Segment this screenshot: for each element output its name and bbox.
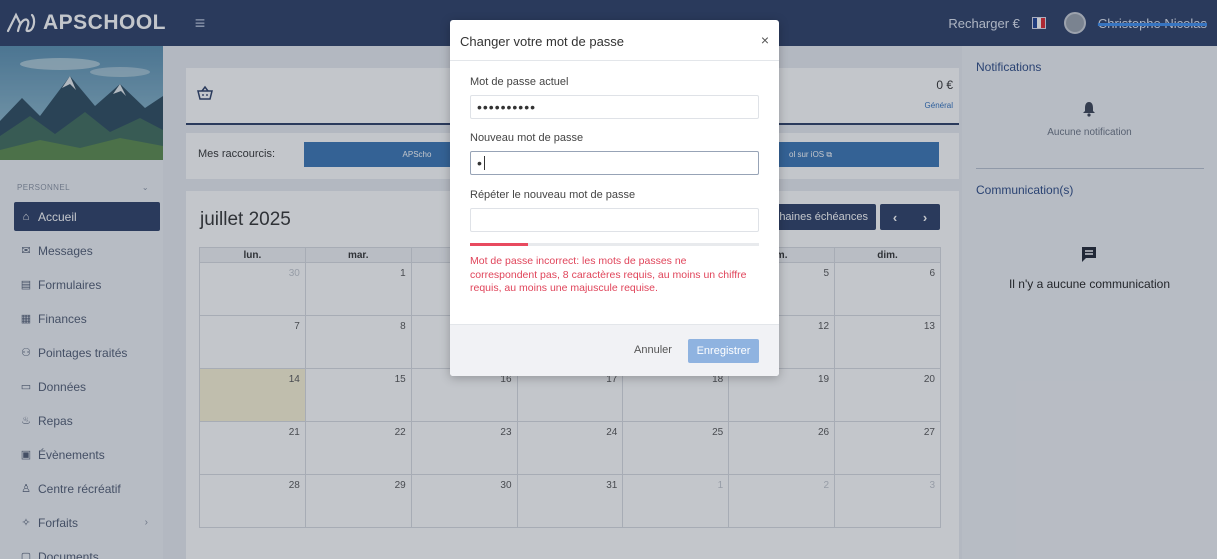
password-strength-bar	[470, 243, 759, 246]
save-button[interactable]: Enregistrer	[688, 339, 759, 363]
modal-footer: Annuler Enregistrer	[450, 324, 779, 376]
repeat-password-field[interactable]	[470, 208, 759, 232]
new-password-label: Nouveau mot de passe	[470, 132, 584, 144]
modal-title: Changer votre mot de passe	[460, 34, 625, 49]
cancel-button[interactable]: Annuler	[634, 344, 672, 356]
close-icon[interactable]: ×	[761, 32, 769, 48]
error-message: Mot de passe incorrect: les mots de pass…	[470, 255, 747, 294]
current-password-field[interactable]: ••••••••••	[470, 95, 759, 119]
new-password-value: •	[477, 155, 483, 171]
new-password-field[interactable]: •	[470, 151, 759, 175]
change-password-modal: Changer votre mot de passe × Mot de pass…	[450, 20, 779, 376]
text-cursor	[483, 156, 485, 170]
modal-header: Changer votre mot de passe ×	[450, 20, 779, 61]
repeat-password-label: Répéter le nouveau mot de passe	[470, 189, 636, 201]
password-strength-fill	[470, 243, 528, 246]
current-password-label: Mot de passe actuel	[470, 76, 569, 88]
